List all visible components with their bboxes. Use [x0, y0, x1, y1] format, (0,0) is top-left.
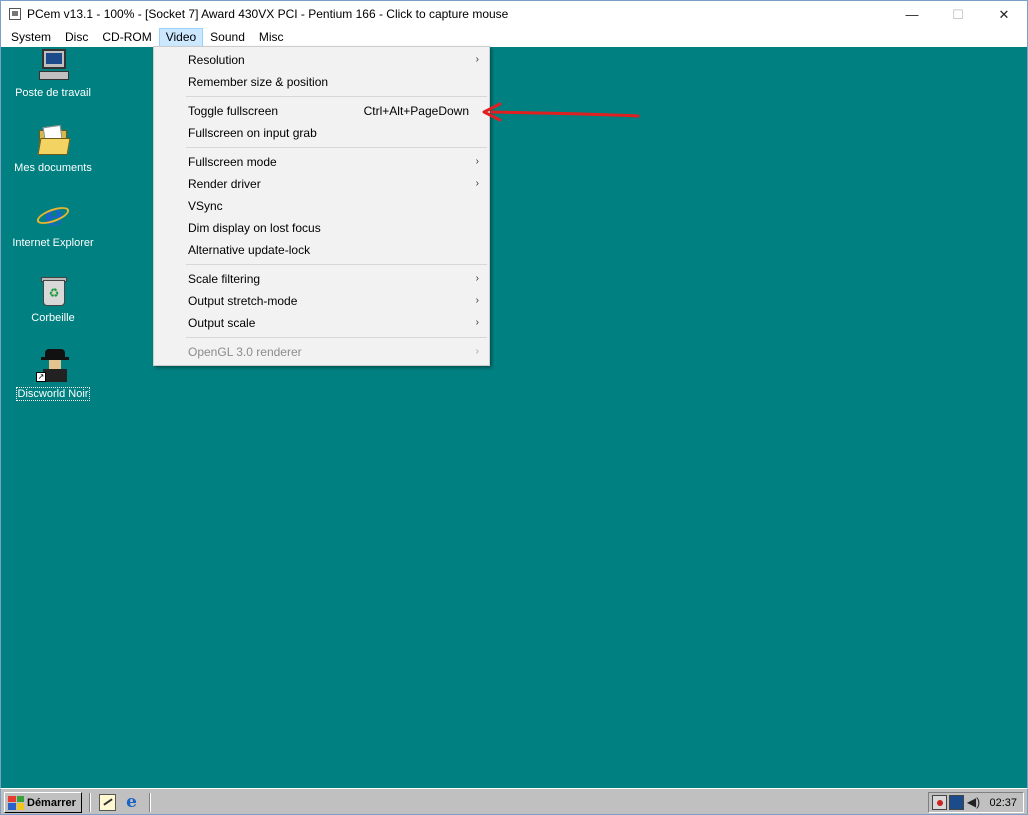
menu-item-remember-size-position[interactable]: Remember size & position [154, 71, 489, 93]
menu-separator [154, 261, 489, 268]
menu-item-resolution[interactable]: Resolution › [154, 49, 489, 71]
desktop-icon-label: Poste de travail [15, 87, 91, 99]
submenu-arrow-icon: › [475, 54, 479, 65]
internet-explorer-icon: e [34, 199, 72, 233]
volume-icon[interactable]: ◀) [966, 795, 981, 810]
submenu-arrow-icon: › [475, 156, 479, 167]
desktop-icon-poste-de-travail[interactable]: Poste de travail [8, 49, 98, 99]
menu-item-toggle-fullscreen[interactable]: Toggle fullscreen Ctrl+Alt+PageDown [154, 100, 489, 122]
discworld-noir-icon: ↗ [36, 349, 70, 383]
minimize-button[interactable]: — [889, 1, 935, 28]
pcem-app-icon[interactable] [9, 8, 21, 20]
desktop-icon-label: Corbeille [31, 312, 75, 324]
start-button-label: Démarrer [27, 796, 76, 809]
window-title-bar[interactable]: PCem v13.1 - 100% - [Socket 7] Award 430… [0, 0, 1028, 27]
menu-separator [154, 334, 489, 341]
menu-item-opengl-renderer: OpenGL 3.0 renderer › [154, 341, 489, 363]
window-title: PCem v13.1 - 100% - [Socket 7] Award 430… [27, 7, 509, 21]
shortcut-arrow-icon: ↗ [36, 372, 46, 382]
shortcut-text: Ctrl+Alt+PageDown [363, 104, 469, 118]
recycle-bin-icon: ♻ [36, 274, 70, 308]
red-arrow-icon [482, 102, 640, 122]
menu-item-alternative-update-lock[interactable]: Alternative update-lock [154, 239, 489, 261]
desktop-icon-label: Mes documents [14, 162, 92, 174]
desktop-icon-internet-explorer[interactable]: e Internet Explorer [8, 199, 98, 250]
menu-item-render-driver[interactable]: Render driver › [154, 173, 489, 195]
desktop-icon-label: Internet Explorer [12, 237, 94, 249]
clock[interactable]: 02:37 [989, 797, 1017, 809]
menu-video[interactable]: Video [158, 27, 204, 47]
submenu-arrow-icon: › [475, 295, 479, 306]
submenu-arrow-icon: › [475, 273, 479, 284]
menu-bar: System Disc CD-ROM Video Sound Misc [0, 27, 1028, 47]
desktop-icon-corbeille[interactable]: ♻ Corbeille [8, 274, 98, 324]
start-button[interactable]: Démarrer [4, 792, 82, 813]
taskbar-separator [149, 793, 151, 812]
menu-cd-rom[interactable]: CD-ROM [95, 28, 158, 47]
desktop-icon-mes-documents[interactable]: Mes documents [8, 124, 98, 174]
taskbar-separator [89, 793, 91, 812]
menu-separator [154, 144, 489, 151]
show-desktop-icon[interactable] [99, 794, 116, 811]
internet-explorer-quicklaunch-icon[interactable]: e [123, 794, 140, 811]
menu-system[interactable]: System [4, 28, 58, 47]
desktop-icon-discworld-noir[interactable]: ↗ Discworld Noir [8, 349, 98, 401]
menu-item-fullscreen-mode[interactable]: Fullscreen mode › [154, 151, 489, 173]
menu-item-output-stretch-mode[interactable]: Output stretch-mode › [154, 290, 489, 312]
menu-separator [154, 93, 489, 100]
window-controls: — ☐ ✕ [889, 1, 1027, 28]
menu-misc[interactable]: Misc [252, 28, 291, 47]
menu-item-vsync[interactable]: VSync [154, 195, 489, 217]
menu-item-output-scale[interactable]: Output scale › [154, 312, 489, 334]
maximize-button[interactable]: ☐ [935, 1, 981, 28]
submenu-arrow-icon: › [475, 317, 479, 328]
video-menu-dropdown: Resolution › Remember size & position To… [153, 46, 490, 366]
my-documents-icon [36, 124, 71, 158]
my-computer-icon [36, 49, 70, 83]
display-icon[interactable] [949, 795, 964, 810]
submenu-arrow-icon: › [475, 346, 479, 357]
menu-disc[interactable]: Disc [58, 28, 95, 47]
close-button[interactable]: ✕ [981, 1, 1027, 28]
menu-item-fullscreen-on-input-grab[interactable]: Fullscreen on input grab [154, 122, 489, 144]
desktop-icon-label: Discworld Noir [15, 387, 91, 401]
system-tray: ◀) 02:37 [928, 792, 1024, 813]
menu-item-scale-filtering[interactable]: Scale filtering › [154, 268, 489, 290]
menu-item-dim-display[interactable]: Dim display on lost focus [154, 217, 489, 239]
network-icon[interactable] [932, 795, 947, 810]
menu-sound[interactable]: Sound [203, 28, 252, 47]
submenu-arrow-icon: › [475, 178, 479, 189]
taskbar: Démarrer e ◀) 02:37 [0, 788, 1028, 815]
windows-logo-icon [8, 795, 24, 810]
